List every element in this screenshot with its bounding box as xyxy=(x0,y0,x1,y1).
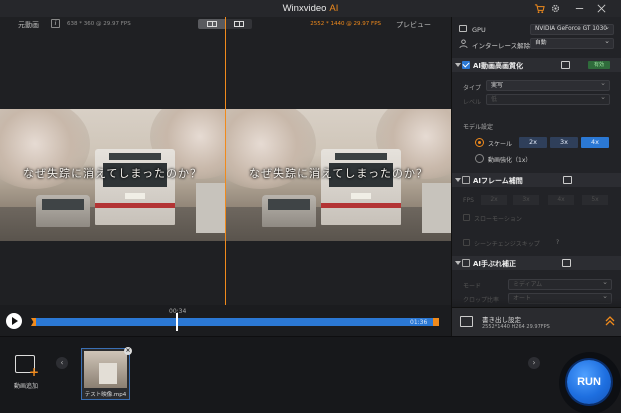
file-thumbnail[interactable]: テスト映像.mp4 × xyxy=(81,347,132,400)
export-title: 書き出し設定 xyxy=(482,316,521,324)
upscale-section-header[interactable]: AI動画高画質化 有効 xyxy=(452,58,621,72)
slowmo-label: スローモーション xyxy=(474,216,522,223)
enhance-radio[interactable] xyxy=(475,154,484,163)
preview-frame: なぜ失踪に消えてしまったのか？ xyxy=(226,109,451,241)
info-button[interactable]: i xyxy=(51,19,60,28)
run-button[interactable]: RUN xyxy=(567,360,611,404)
gpu-select[interactable]: NVIDIA GeForce GT 1030 xyxy=(530,24,614,35)
add-video-label: 動画追加 xyxy=(13,383,38,390)
scroll-right-button[interactable]: › xyxy=(528,357,540,369)
level-select[interactable]: 低 xyxy=(486,93,610,105)
collapse-caret-icon[interactable] xyxy=(455,178,461,182)
split-view-icon xyxy=(206,21,217,27)
add-video-button[interactable]: + 動画追加 xyxy=(10,355,42,401)
subtitle-preview: なぜ失踪に消えてしまったのか？ xyxy=(248,167,428,180)
side-by-side-icon xyxy=(233,21,244,27)
gpu-label: GPU xyxy=(472,26,486,34)
export-settings-bar[interactable]: 書き出し設定 2552*1440 H264 29.97FPS xyxy=(452,307,621,336)
stabilize-section-header[interactable]: AI手ぶれ補正 xyxy=(452,256,621,270)
player-bar: 00:34 01:36 xyxy=(0,305,451,336)
minimize-icon[interactable] xyxy=(574,3,585,14)
model-label: モデル設定 xyxy=(463,124,494,131)
timeline-track[interactable] xyxy=(36,318,433,326)
side-by-side-button[interactable] xyxy=(225,19,252,29)
split-view-button[interactable] xyxy=(198,19,225,29)
upscale-checkbox[interactable] xyxy=(462,61,470,69)
type-label: タイプ xyxy=(463,85,482,92)
scale-4x-button[interactable]: 4x xyxy=(581,137,609,148)
playhead[interactable] xyxy=(176,313,178,331)
enabled-badge: 有効 xyxy=(588,61,610,69)
mode-select[interactable]: ミディアム xyxy=(508,278,612,290)
gpu-icon xyxy=(459,25,467,32)
stabilize-title: AI手ぶれ補正 xyxy=(473,260,517,268)
file-strip: テスト映像.mp4 × xyxy=(74,345,530,405)
export-settings-icon xyxy=(460,316,473,327)
bottom-bar: + 動画追加 ‹ テスト映像.mp4 × › RUN xyxy=(0,336,621,413)
deinterlace-label: インターレース解除 xyxy=(472,42,531,50)
export-info: 2552*1440 H264 29.97FPS xyxy=(482,324,550,330)
fps-label: FPS xyxy=(463,197,474,204)
compare-icon[interactable] xyxy=(561,61,570,69)
stabilize-checkbox[interactable] xyxy=(462,259,470,267)
panel-fade xyxy=(452,299,621,307)
mode-label: モード xyxy=(463,283,482,290)
collapse-caret-icon[interactable] xyxy=(455,63,461,67)
fps-5x-button[interactable]: 5x xyxy=(582,195,608,205)
end-time: 01:36 xyxy=(410,319,428,326)
gear-icon[interactable] xyxy=(550,3,561,14)
remove-file-icon[interactable]: × xyxy=(124,347,132,355)
collapse-caret-icon[interactable] xyxy=(455,261,461,265)
deinterlace-select[interactable]: 自動 xyxy=(530,38,614,49)
trim-end-handle[interactable] xyxy=(433,318,439,326)
title-bar: Winxvideo AI xyxy=(0,0,621,17)
settings-panel: GPU NVIDIA GeForce GT 1030 インターレース解除 自動 … xyxy=(451,17,621,336)
fps-2x-button[interactable]: 2x xyxy=(481,195,507,205)
interp-title: AIフレーム補間 xyxy=(473,177,523,185)
level-label: レベル xyxy=(463,99,482,106)
camera-icon[interactable] xyxy=(562,259,571,267)
plus-icon: + xyxy=(29,365,40,379)
scale-label: スケール xyxy=(488,141,513,148)
file-name: テスト映像.mp4 xyxy=(84,392,127,398)
help-icon[interactable]: ? xyxy=(556,239,559,246)
type-select[interactable]: 実写 xyxy=(486,79,610,91)
cart-icon[interactable] xyxy=(534,3,545,14)
scale-3x-button[interactable]: 3x xyxy=(550,137,578,148)
close-icon[interactable] xyxy=(596,3,607,14)
preview-label: プレビュー xyxy=(396,21,431,29)
source-info: 638 * 360 @ 29.97 FPS xyxy=(67,20,131,27)
fps-4x-button[interactable]: 4x xyxy=(548,195,574,205)
interp-section-header[interactable]: AIフレーム補間 xyxy=(452,173,621,187)
slowmo-checkbox[interactable] xyxy=(463,214,470,221)
original-frame: なぜ失踪に消えてしまったのか？ xyxy=(0,109,225,241)
scale-2x-button[interactable]: 2x xyxy=(519,137,547,148)
compare-icon[interactable] xyxy=(563,176,572,184)
person-icon xyxy=(459,39,468,48)
expand-up-icon[interactable] xyxy=(605,315,615,327)
deinterlace-row: インターレース解除 自動 xyxy=(452,37,621,50)
scene-skip-checkbox[interactable] xyxy=(463,239,470,246)
enhance-label: 動画強化（1x） xyxy=(488,157,532,164)
original-label: 元動画 xyxy=(18,21,39,29)
app-title-text: Winxvideo xyxy=(282,3,327,14)
scroll-left-button[interactable]: ‹ xyxy=(56,357,68,369)
thumbnail-image xyxy=(84,351,127,388)
split-divider[interactable] xyxy=(225,17,226,305)
gpu-row: GPU NVIDIA GeForce GT 1030 xyxy=(452,23,621,35)
play-button[interactable] xyxy=(6,313,22,329)
app-title: Winxvideo AI xyxy=(0,3,621,14)
app-title-ai: AI xyxy=(329,3,339,14)
fps-3x-button[interactable]: 3x xyxy=(513,195,539,205)
interp-checkbox[interactable] xyxy=(462,176,470,184)
scale-radio[interactable] xyxy=(475,138,484,147)
subtitle-original: なぜ失踪に消えてしまったのか？ xyxy=(22,167,202,180)
output-info: 2552 * 1440 @ 29.97 FPS xyxy=(310,20,381,27)
scene-skip-label: シーンチェンジスキップ xyxy=(474,241,540,248)
upscale-title: AI動画高画質化 xyxy=(473,62,524,70)
